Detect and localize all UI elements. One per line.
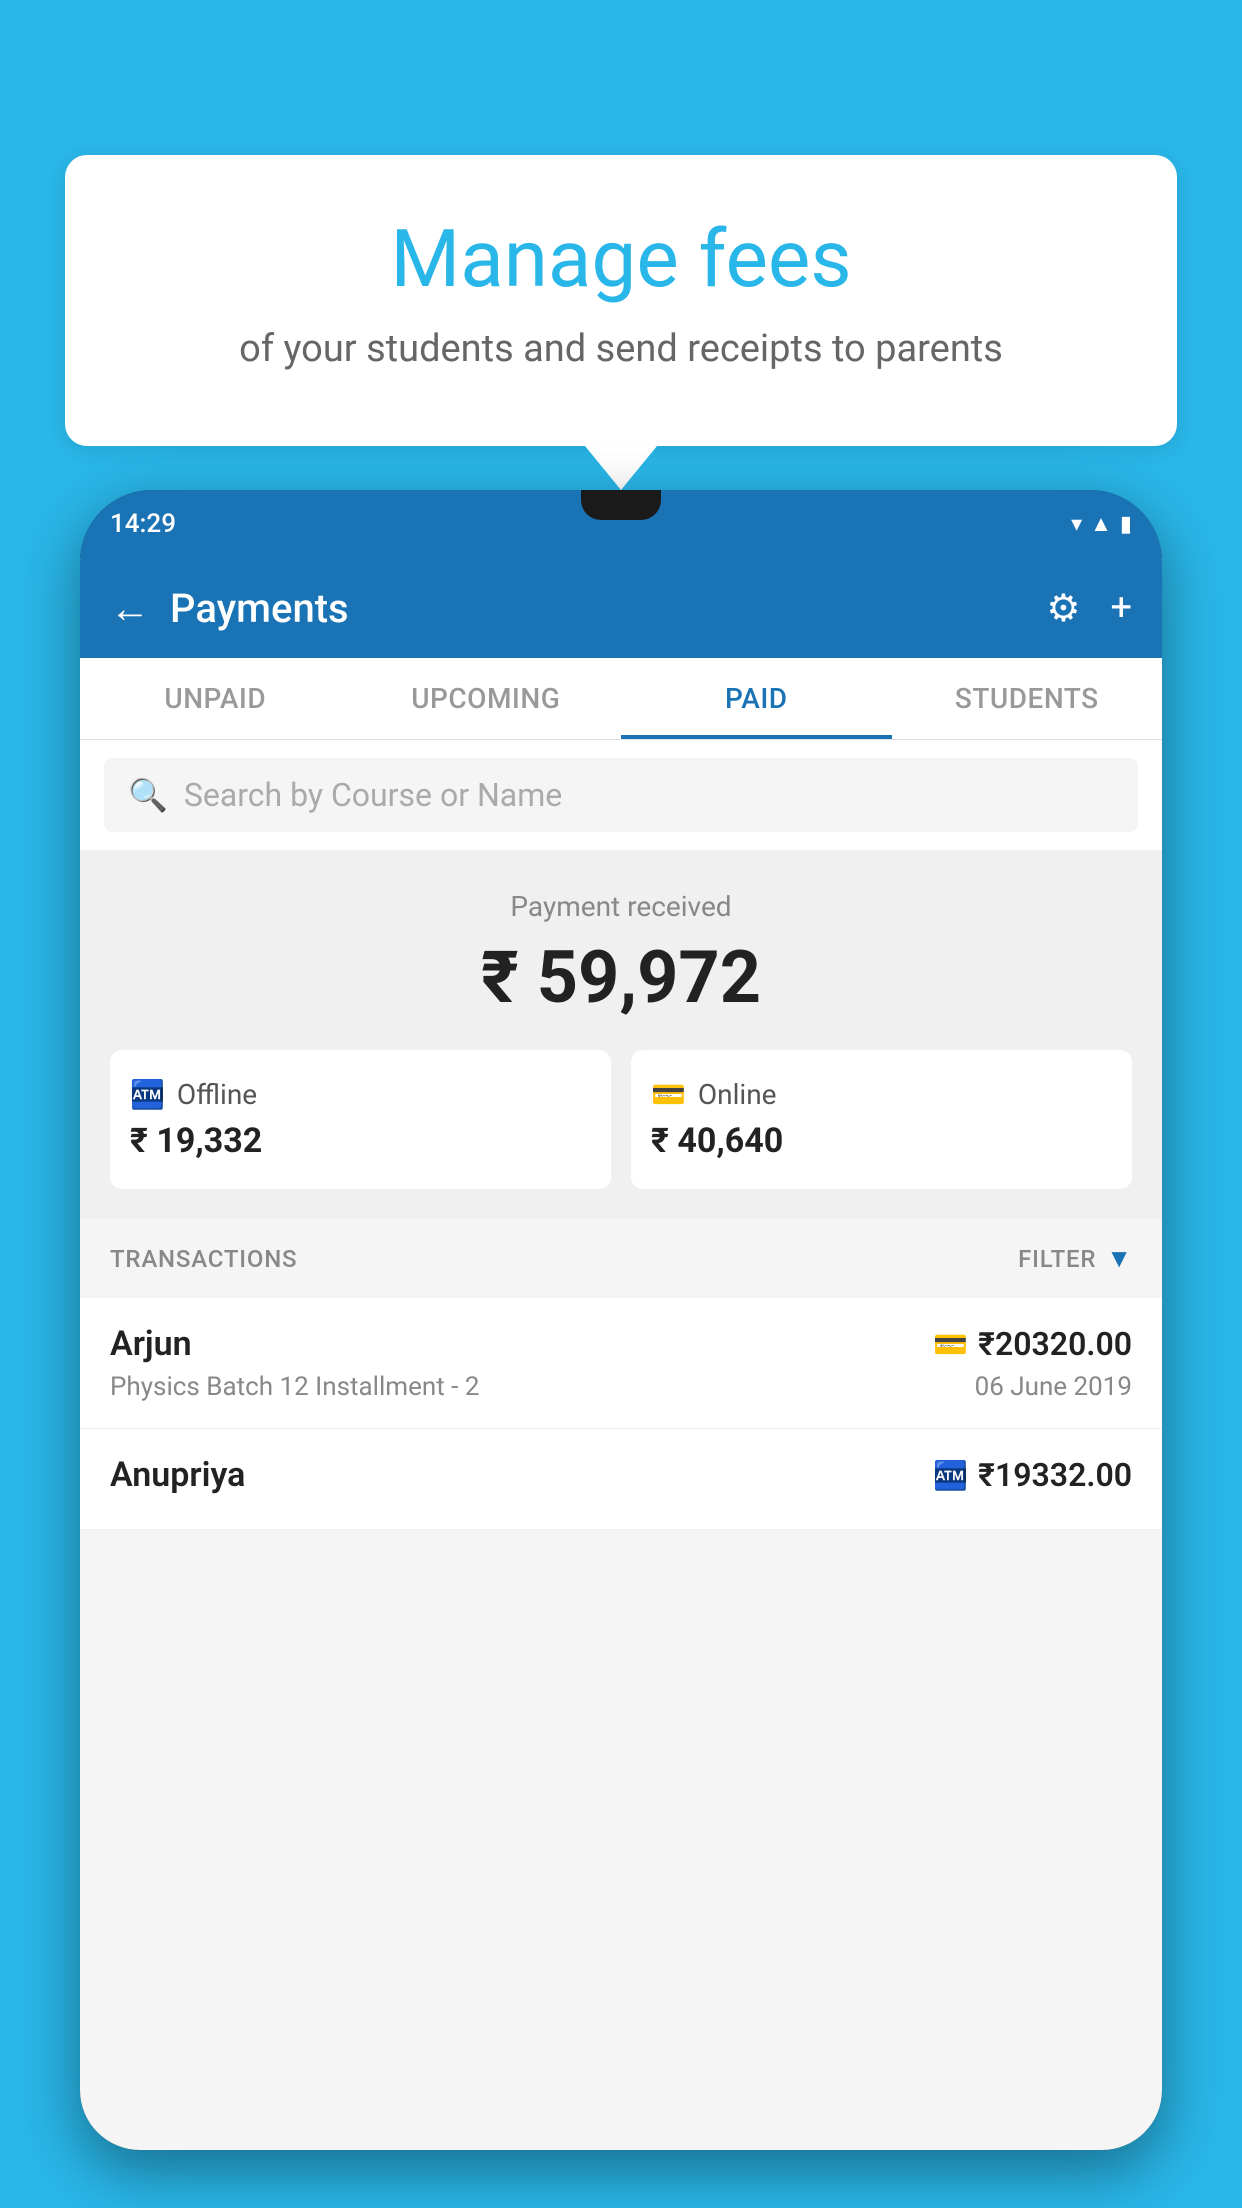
- search-bar[interactable]: 🔍 Search by Course or Name: [104, 758, 1138, 832]
- online-label: Online: [698, 1078, 777, 1111]
- header-actions: ⚙ +: [1046, 586, 1132, 631]
- transaction-date-1: 06 June 2019: [975, 1372, 1132, 1402]
- add-icon[interactable]: +: [1110, 586, 1132, 630]
- transaction-amount-1: ₹20320.00: [978, 1325, 1132, 1363]
- filter-label: FILTER: [1018, 1245, 1096, 1273]
- phone-notch: [581, 490, 661, 520]
- payment-cards: 🏧 Offline ₹ 19,332 💳 Online ₹ 40,640: [110, 1050, 1132, 1189]
- transaction-name-1: Arjun: [110, 1324, 192, 1364]
- filter-icon: ▼: [1106, 1243, 1132, 1274]
- offline-card-header: 🏧 Offline: [130, 1078, 591, 1111]
- search-container: 🔍 Search by Course or Name: [80, 740, 1162, 850]
- transaction-bottom-1: Physics Batch 12 Installment - 2 06 June…: [110, 1372, 1132, 1402]
- bubble-title: Manage fees: [145, 215, 1097, 303]
- app-header: ← Payments ⚙ +: [80, 558, 1162, 658]
- phone-wrapper: 14:29 ▾ ▲ ▮ ← Payments ⚙ + UNPAID UPCOM: [80, 490, 1162, 2208]
- online-amount: ₹ 40,640: [651, 1121, 1112, 1161]
- wifi-icon: ▾: [1071, 512, 1082, 537]
- online-card: 💳 Online ₹ 40,640: [631, 1050, 1132, 1189]
- offline-card: 🏧 Offline ₹ 19,332: [110, 1050, 611, 1189]
- online-icon: 💳: [651, 1078, 686, 1111]
- transaction-type-icon-1: 💳: [933, 1328, 968, 1361]
- transactions-header: TRANSACTIONS FILTER ▼: [80, 1219, 1162, 1298]
- tab-paid[interactable]: PAID: [621, 658, 892, 739]
- transaction-amount-container-1: 💳 ₹20320.00: [933, 1325, 1132, 1363]
- offline-label: Offline: [177, 1078, 257, 1111]
- offline-amount: ₹ 19,332: [130, 1121, 591, 1161]
- transaction-desc-1: Physics Batch 12 Installment - 2: [110, 1372, 479, 1402]
- payment-summary: Payment received ₹ 59,972 🏧 Offline ₹ 19…: [80, 850, 1162, 1219]
- tab-upcoming[interactable]: UPCOMING: [351, 658, 622, 739]
- transaction-type-icon-2: 🏧: [933, 1459, 968, 1492]
- transaction-amount-2: ₹19332.00: [978, 1456, 1132, 1494]
- transaction-row-1[interactable]: Arjun 💳 ₹20320.00 Physics Batch 12 Insta…: [80, 1298, 1162, 1429]
- transaction-top-1: Arjun 💳 ₹20320.00: [110, 1324, 1132, 1364]
- phone-device: 14:29 ▾ ▲ ▮ ← Payments ⚙ + UNPAID UPCOM: [80, 490, 1162, 2150]
- status-icons: ▾ ▲ ▮: [1071, 511, 1132, 537]
- search-placeholder: Search by Course or Name: [184, 776, 562, 814]
- tab-students[interactable]: STUDENTS: [892, 658, 1163, 739]
- battery-icon: ▮: [1120, 512, 1132, 537]
- speech-bubble: Manage fees of your students and send re…: [65, 155, 1177, 446]
- transaction-name-2: Anupriya: [110, 1455, 245, 1495]
- back-button[interactable]: ←: [110, 585, 150, 632]
- payment-received-label: Payment received: [110, 890, 1132, 923]
- filter-container[interactable]: FILTER ▼: [1018, 1243, 1132, 1274]
- signal-icon: ▲: [1090, 511, 1112, 537]
- phone-screen: ← Payments ⚙ + UNPAID UPCOMING PAID STUD…: [80, 558, 1162, 2150]
- payment-total-amount: ₹ 59,972: [110, 935, 1132, 1020]
- tab-unpaid[interactable]: UNPAID: [80, 658, 351, 739]
- status-time: 14:29: [110, 509, 176, 539]
- speech-bubble-wrapper: Manage fees of your students and send re…: [65, 155, 1177, 446]
- transaction-amount-container-2: 🏧 ₹19332.00: [933, 1456, 1132, 1494]
- settings-icon[interactable]: ⚙: [1046, 586, 1080, 631]
- online-card-header: 💳 Online: [651, 1078, 1112, 1111]
- bubble-subtitle: of your students and send receipts to pa…: [145, 323, 1097, 376]
- transaction-row-2[interactable]: Anupriya 🏧 ₹19332.00: [80, 1429, 1162, 1530]
- transactions-label: TRANSACTIONS: [110, 1245, 297, 1273]
- page-title: Payments: [170, 585, 1046, 632]
- transaction-top-2: Anupriya 🏧 ₹19332.00: [110, 1455, 1132, 1495]
- search-icon: 🔍: [128, 776, 168, 814]
- offline-icon: 🏧: [130, 1078, 165, 1111]
- tabs-container: UNPAID UPCOMING PAID STUDENTS: [80, 658, 1162, 740]
